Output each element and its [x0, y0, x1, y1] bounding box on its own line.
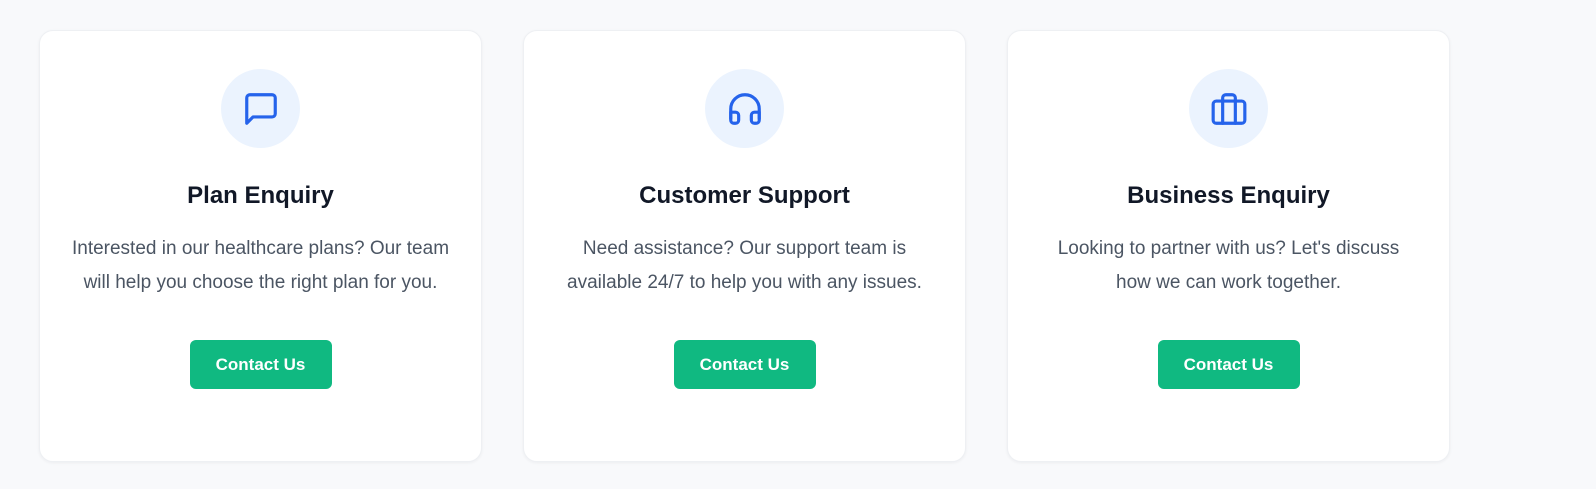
customer-support-contact-button[interactable]: Contact Us	[673, 340, 816, 389]
contact-options: Plan Enquiry Interested in our healthcar…	[39, 30, 1450, 462]
card-business-enquiry: Business Enquiry Looking to partner with…	[1007, 30, 1450, 462]
message-square-icon	[244, 92, 277, 125]
card-title: Customer Support	[639, 182, 850, 209]
headphones-icon	[728, 92, 761, 125]
card-plan-enquiry: Plan Enquiry Interested in our healthcar…	[39, 30, 482, 462]
card-description: Interested in our healthcare plans? Our …	[71, 238, 450, 293]
card-customer-support: Customer Support Need assistance? Our su…	[523, 30, 966, 462]
business-enquiry-contact-button[interactable]: Contact Us	[1157, 340, 1300, 389]
icon-badge	[221, 69, 300, 148]
card-title: Plan Enquiry	[187, 182, 334, 209]
icon-badge	[705, 69, 784, 148]
plan-enquiry-contact-button[interactable]: Contact Us	[189, 340, 332, 389]
briefcase-icon	[1211, 92, 1246, 125]
card-description: Looking to partner with us? Let's discus…	[1057, 238, 1400, 293]
card-title: Business Enquiry	[1127, 182, 1330, 209]
card-description: Need assistance? Our support team is ava…	[567, 238, 922, 293]
icon-badge	[1189, 69, 1268, 148]
